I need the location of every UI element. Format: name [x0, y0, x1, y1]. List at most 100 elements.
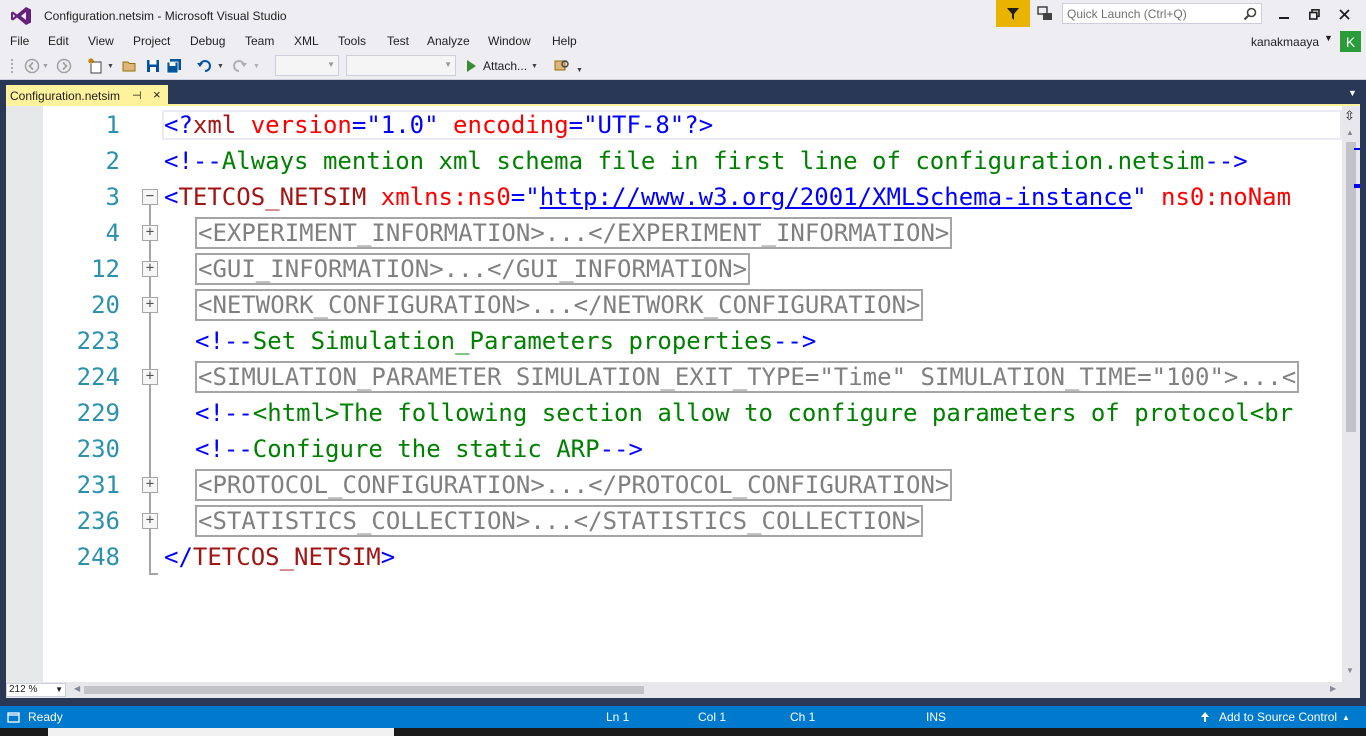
search-icon[interactable]: [1243, 7, 1257, 21]
horizontal-scrollbar[interactable]: 212 % ▼ ◀ ▶: [6, 682, 1360, 698]
notification-filter-button[interactable]: [996, 0, 1030, 27]
code-line[interactable]: 1 <?xml version="1.0" encoding="UTF-8"?>: [6, 107, 1342, 143]
expand-icon[interactable]: +: [142, 477, 158, 493]
avatar[interactable]: K: [1340, 31, 1361, 52]
navigate-back-icon[interactable]: [24, 57, 40, 75]
toolbar-overflow-icon[interactable]: ▼: [576, 61, 583, 79]
start-play-icon[interactable]: [464, 57, 478, 75]
expand-icon[interactable]: +: [142, 513, 158, 529]
menu-team[interactable]: Team: [245, 34, 274, 48]
open-folder-icon[interactable]: [122, 57, 138, 75]
toolbar-grip-icon[interactable]: [10, 57, 16, 75]
code-line[interactable]: 224 + <SIMULATION_PARAMETER SIMULATION_EXI…: [6, 359, 1342, 395]
menu-xml[interactable]: XML: [294, 34, 319, 48]
code-text[interactable]: <!--Configure the static ARP-->: [195, 431, 643, 467]
scroll-up-icon[interactable]: ▲: [1346, 128, 1354, 137]
code-line[interactable]: 229 <!--<html>The following section allow…: [6, 395, 1342, 431]
navigate-forward-icon[interactable]: [56, 57, 72, 75]
code-line[interactable]: 236 + <STATISTICS_COLLECTION>...</STATISTI…: [6, 503, 1342, 539]
tab-list-dropdown-icon[interactable]: ▼: [1348, 88, 1357, 98]
feedback-icon[interactable]: [1036, 5, 1054, 23]
collapse-icon[interactable]: −: [142, 189, 158, 205]
menu-help[interactable]: Help: [552, 34, 577, 48]
code-text[interactable]: <GUI_INFORMATION>...</GUI_INFORMATION>: [195, 251, 751, 287]
collapsed-region[interactable]: <SIMULATION_PARAMETER SIMULATION_EXIT_TY…: [195, 361, 1300, 393]
scroll-right-icon[interactable]: ▶: [1330, 684, 1336, 693]
code-line[interactable]: 12 + <GUI_INFORMATION>...</GUI_INFORMATION…: [6, 251, 1342, 287]
arrow-up-icon[interactable]: [1200, 711, 1210, 723]
code-text[interactable]: <?xml version="1.0" encoding="UTF-8"?>: [164, 107, 713, 143]
tab-configuration-netsim[interactable]: Configuration.netsim ⊣ ×: [6, 85, 168, 106]
expand-icon[interactable]: +: [142, 225, 158, 241]
vertical-scrollbar[interactable]: ⇳ ▲ ▼: [1342, 106, 1360, 682]
menu-file[interactable]: File: [10, 34, 29, 48]
menu-edit[interactable]: Edit: [48, 34, 69, 48]
code-text[interactable]: <!--Set Simulation_Parameters properties…: [195, 323, 816, 359]
add-to-source-control-button[interactable]: Add to Source Control: [1219, 710, 1337, 724]
code-line[interactable]: 20 + <NETWORK_CONFIGURATION>...</NETWORK_C…: [6, 287, 1342, 323]
code-text[interactable]: <NETWORK_CONFIGURATION>...</NETWORK_CONF…: [195, 287, 924, 323]
menu-analyze[interactable]: Analyze: [427, 34, 470, 48]
new-project-icon[interactable]: [88, 57, 104, 75]
attach-button-label[interactable]: Attach...: [483, 59, 527, 73]
horizontal-scroll-thumb[interactable]: [84, 686, 644, 694]
menu-debug[interactable]: Debug: [190, 34, 225, 48]
code-line[interactable]: 230 <!--Configure the static ARP-->: [6, 431, 1342, 467]
collapsed-region[interactable]: <PROTOCOL_CONFIGURATION>...</PROTOCOL_CO…: [195, 469, 953, 501]
collapsed-region[interactable]: <NETWORK_CONFIGURATION>...</NETWORK_CONF…: [195, 289, 924, 321]
redo-dropdown-icon[interactable]: ▼: [253, 57, 260, 75]
code-text[interactable]: <EXPERIMENT_INFORMATION>...</EXPERIMENT_…: [195, 215, 953, 251]
scroll-down-icon[interactable]: ▼: [1346, 666, 1354, 675]
code-text[interactable]: <PROTOCOL_CONFIGURATION>...</PROTOCOL_CO…: [195, 467, 953, 503]
code-line[interactable]: 223 <!--Set Simulation_Parameters propert…: [6, 323, 1342, 359]
code-line[interactable]: 3 − <TETCOS_NETSIM xmlns:ns0="http://www.w…: [6, 179, 1342, 215]
code-text[interactable]: <STATISTICS_COLLECTION>...</STATISTICS_C…: [195, 503, 924, 539]
code-text[interactable]: <TETCOS_NETSIM xmlns:ns0="http://www.w3.…: [164, 179, 1291, 215]
attach-dropdown-icon[interactable]: ▼: [531, 57, 538, 75]
menu-project[interactable]: Project: [133, 34, 170, 48]
minimize-button[interactable]: [1270, 2, 1298, 26]
quick-launch-input[interactable]: [1063, 4, 1239, 23]
menu-window[interactable]: Window: [488, 34, 531, 48]
pin-icon[interactable]: ⊣: [132, 89, 142, 102]
chevron-down-icon[interactable]: ▼: [1324, 33, 1333, 43]
user-name[interactable]: kanakmaaya: [1251, 35, 1319, 49]
source-control-up-icon[interactable]: ▲: [1342, 713, 1350, 722]
expand-icon[interactable]: +: [142, 297, 158, 313]
code-line[interactable]: 2 <!--Always mention xml schema file in f…: [6, 143, 1342, 179]
new-dropdown-icon[interactable]: ▼: [107, 57, 114, 75]
close-icon[interactable]: ×: [153, 87, 161, 102]
close-window-button[interactable]: [1330, 2, 1358, 26]
namespace-link[interactable]: http://www.w3.org/2001/XMLSchema-instanc…: [540, 183, 1132, 211]
redo-icon[interactable]: [232, 57, 248, 75]
code-text[interactable]: <!--Always mention xml schema file in fi…: [164, 143, 1248, 179]
undo-dropdown-icon[interactable]: ▼: [217, 57, 224, 75]
menu-test[interactable]: Test: [387, 34, 409, 48]
code-line[interactable]: 248 </TETCOS_NETSIM>: [6, 539, 1342, 575]
zoom-level-combo[interactable]: 212 % ▼: [6, 683, 66, 697]
expand-icon[interactable]: +: [142, 369, 158, 385]
quick-launch-box[interactable]: [1062, 3, 1262, 24]
code-editor[interactable]: 1 <?xml version="1.0" encoding="UTF-8"?> 2…: [6, 106, 1342, 682]
code-line[interactable]: 4 + <EXPERIMENT_INFORMATION>...</EXPERIMEN…: [6, 215, 1342, 251]
expand-icon[interactable]: +: [142, 261, 158, 277]
save-all-icon[interactable]: [166, 57, 182, 75]
collapsed-region[interactable]: <GUI_INFORMATION>...</GUI_INFORMATION>: [195, 253, 751, 285]
split-window-icon[interactable]: ⇳: [1344, 108, 1355, 124]
scroll-left-icon[interactable]: ◀: [74, 684, 80, 693]
solution-platform-combo[interactable]: ▼: [346, 55, 456, 76]
code-line[interactable]: 231 + <PROTOCOL_CONFIGURATION>...</PROTOCO…: [6, 467, 1342, 503]
menu-tools[interactable]: Tools: [338, 34, 366, 48]
collapsed-region[interactable]: <EXPERIMENT_INFORMATION>...</EXPERIMENT_…: [195, 217, 953, 249]
menu-view[interactable]: View: [88, 34, 114, 48]
undo-icon[interactable]: [196, 57, 212, 75]
save-icon[interactable]: [145, 57, 161, 75]
find-in-files-icon[interactable]: [554, 57, 570, 75]
code-text[interactable]: </TETCOS_NETSIM>: [164, 539, 395, 575]
collapsed-region[interactable]: <STATISTICS_COLLECTION>...</STATISTICS_C…: [195, 505, 924, 537]
restore-button[interactable]: [1300, 2, 1328, 26]
code-text[interactable]: <!--<html>The following section allow to…: [195, 395, 1293, 431]
code-text[interactable]: <SIMULATION_PARAMETER SIMULATION_EXIT_TY…: [195, 359, 1300, 395]
back-dropdown-icon[interactable]: ▼: [42, 57, 49, 75]
solution-configuration-combo[interactable]: ▼: [275, 55, 339, 76]
